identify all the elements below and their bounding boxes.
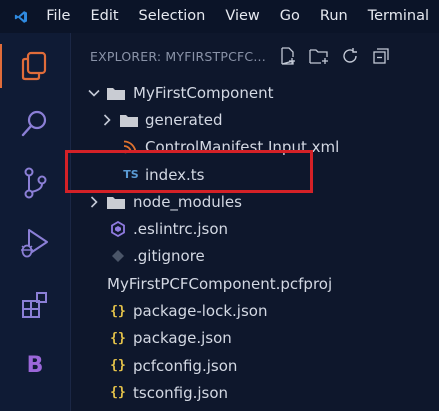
chevron-down-icon: [88, 89, 100, 97]
tree-item-tsconfig[interactable]: {} tsconfig.json: [71, 379, 439, 406]
tree-item-pcfconfig[interactable]: {} pcfconfig.json: [71, 352, 439, 379]
tree-item-label: package.json: [133, 329, 232, 348]
tree-item-package-json[interactable]: {} package.json: [71, 325, 439, 352]
tree-item-label: pcfconfig.json: [133, 356, 238, 375]
b-extension-label: B: [26, 352, 44, 378]
tree-item-pcfproj[interactable]: MyFirstPCFComponent.pcfproj: [71, 270, 439, 297]
b-extension-icon[interactable]: B: [0, 337, 70, 393]
menu-terminal[interactable]: Terminal: [358, 0, 439, 33]
explorer-scrollbar[interactable]: [433, 33, 439, 411]
eslint-icon: [111, 221, 125, 238]
tree-item-label: generated: [145, 110, 223, 129]
tree-item-label: package-lock.json: [133, 302, 268, 321]
git-icon: [112, 250, 124, 263]
typescript-icon: TS: [123, 168, 139, 182]
json-icon: {}: [110, 385, 126, 401]
tree-item-label: tsconfig.json: [133, 383, 229, 402]
menu-edit[interactable]: Edit: [80, 0, 128, 33]
tree-item-controlmanifest[interactable]: ControlManifest.Input.xml: [71, 134, 439, 161]
tree-item-generated[interactable]: generated: [71, 106, 439, 133]
folder-icon: [107, 87, 125, 100]
run-debug-icon[interactable]: [0, 215, 70, 271]
search-icon[interactable]: [0, 96, 70, 152]
json-icon: {}: [110, 303, 126, 319]
tree-item-label: node_modules: [133, 192, 242, 211]
tree-item-label: .gitignore: [133, 247, 205, 266]
explorer-title: EXPLORER: MYFIRSTPCFC...: [90, 48, 266, 64]
menu-file[interactable]: File: [36, 0, 80, 33]
extensions-icon[interactable]: [0, 277, 70, 333]
tree-item-eslintrc[interactable]: .eslintrc.json: [71, 215, 439, 242]
tree-item-label: MyFirstComponent: [133, 83, 274, 102]
refresh-icon[interactable]: [339, 45, 361, 67]
explorer-panel: EXPLORER: MYFIRSTPCFC... MyFirstComponen…: [71, 33, 439, 411]
file-tree: MyFirstComponent generated ControlManife…: [71, 79, 439, 407]
vscode-logo-icon: [14, 10, 28, 23]
json-icon: {}: [110, 330, 126, 346]
rss-icon: [123, 140, 137, 154]
tree-item-index-ts[interactable]: TS index.ts: [71, 161, 439, 188]
menu-run[interactable]: Run: [310, 0, 358, 33]
folder-icon: [120, 114, 138, 127]
json-icon: {}: [110, 358, 126, 374]
chevron-right-icon: [90, 196, 98, 208]
activity-bar: B: [0, 33, 71, 411]
menu-view[interactable]: View: [215, 0, 269, 33]
new-file-icon[interactable]: [277, 45, 299, 67]
collapse-all-icon[interactable]: [370, 45, 392, 67]
tree-item-myfirstcomponent[interactable]: MyFirstComponent: [71, 79, 439, 106]
tree-item-gitignore[interactable]: .gitignore: [71, 243, 439, 270]
tree-item-package-lock[interactable]: {} package-lock.json: [71, 297, 439, 324]
explorer-icon[interactable]: [0, 38, 70, 94]
tree-item-label: .eslintrc.json: [133, 220, 229, 239]
new-folder-icon[interactable]: [308, 45, 330, 67]
tree-item-label: ControlManifest.Input.xml: [145, 138, 340, 157]
chevron-right-icon: [103, 114, 111, 126]
folder-icon: [107, 196, 125, 209]
source-control-icon[interactable]: [0, 155, 70, 211]
menu-go[interactable]: Go: [270, 0, 310, 33]
menu-selection[interactable]: Selection: [129, 0, 216, 33]
explorer-header: EXPLORER: MYFIRSTPCFC...: [71, 33, 439, 79]
tree-item-label: MyFirstPCFComponent.pcfproj: [107, 274, 333, 293]
menu-bar: File Edit Selection View Go Run Terminal: [0, 0, 439, 33]
tree-item-node-modules[interactable]: node_modules: [71, 188, 439, 215]
tree-item-label: index.ts: [145, 165, 205, 184]
